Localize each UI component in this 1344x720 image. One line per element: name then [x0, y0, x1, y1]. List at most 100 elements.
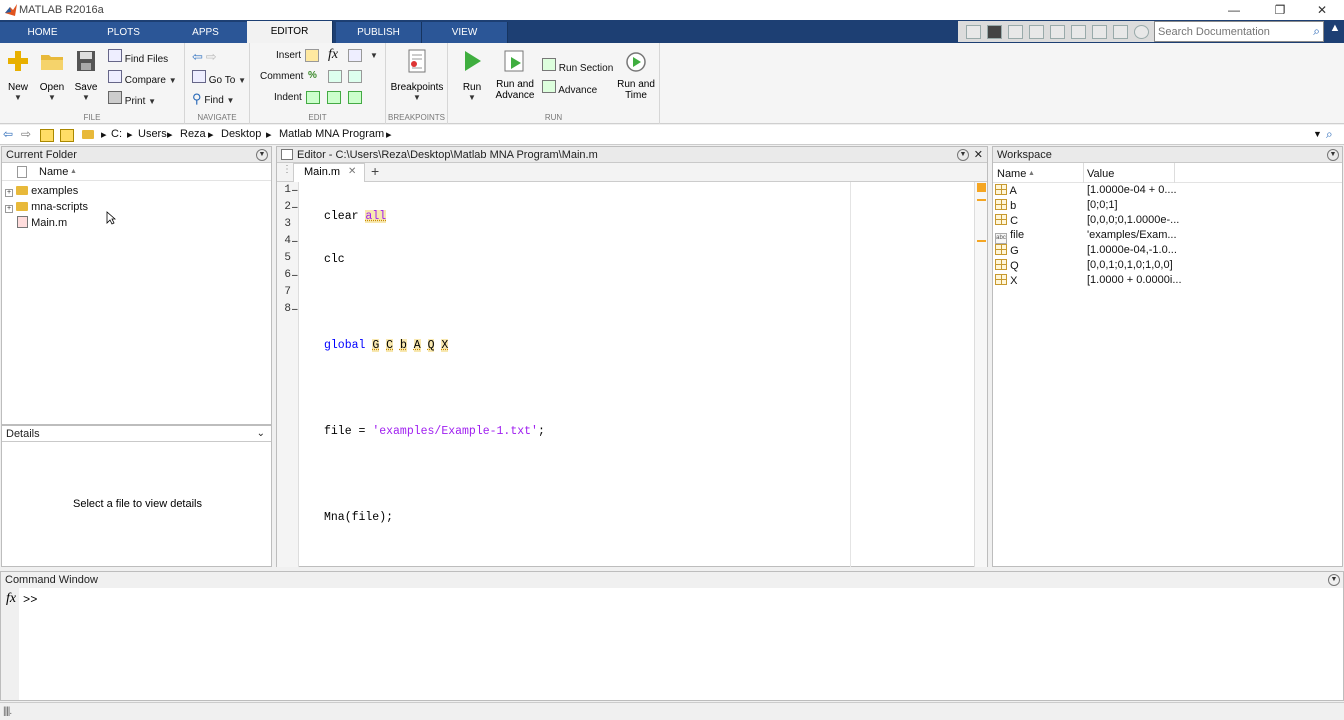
- details-header[interactable]: Details ⌄: [2, 426, 271, 442]
- breadcrumb-desktop[interactable]: Desktop: [221, 128, 261, 140]
- find-files-button[interactable]: Find Files: [108, 49, 168, 65]
- breadcrumb-reza[interactable]: Reza: [180, 128, 206, 140]
- table-row[interactable]: X [1.0000 + 0.0000i...: [993, 273, 1342, 288]
- breadcrumb-users[interactable]: Users: [138, 128, 167, 140]
- table-row[interactable]: abc file'examples/Exam...: [993, 228, 1342, 244]
- breadcrumb-c[interactable]: C:: [111, 128, 122, 140]
- table-row[interactable]: A [1.0000e-04 + 0....: [993, 183, 1342, 198]
- warning-indicator-icon[interactable]: [977, 183, 986, 192]
- uncomment-icon[interactable]: [328, 70, 342, 83]
- paste-icon[interactable]: [1050, 25, 1065, 39]
- table-row[interactable]: Q [0,0,1;0,1,0;1,0,0]: [993, 258, 1342, 273]
- expand-icon[interactable]: +: [5, 189, 13, 197]
- cut-icon[interactable]: [1008, 25, 1023, 39]
- list-item[interactable]: Main.m: [17, 214, 67, 230]
- redo-icon[interactable]: [1092, 25, 1107, 39]
- tab-view[interactable]: VIEW: [422, 22, 508, 43]
- up-folder-icon[interactable]: [40, 129, 54, 142]
- close-editor-icon[interactable]: ✕: [974, 147, 983, 163]
- increase-indent-icon[interactable]: [327, 91, 341, 104]
- panel-actions-icon[interactable]: ▼: [957, 149, 969, 161]
- insert-section-icon[interactable]: [305, 49, 319, 62]
- address-dropdown-icon[interactable]: ▼: [1313, 129, 1322, 139]
- forward-icon[interactable]: ⇨: [21, 127, 31, 141]
- name-column-header[interactable]: Name: [997, 163, 1026, 185]
- go-to-button[interactable]: Go To ▼: [192, 70, 246, 86]
- panel-actions-icon[interactable]: ▼: [1327, 149, 1339, 161]
- insert-chart-icon[interactable]: [348, 49, 362, 62]
- code-line-6[interactable]: file = 'examples/Example-1.txt';: [324, 423, 545, 440]
- expand-icon[interactable]: +: [5, 205, 13, 213]
- undo-icon[interactable]: [1071, 25, 1086, 39]
- table-row[interactable]: b [0;0;1]: [993, 198, 1342, 213]
- new-button[interactable]: New ▼: [4, 49, 32, 102]
- comment-icon[interactable]: %: [308, 70, 317, 81]
- insert-dropdown-icon[interactable]: ▼: [370, 51, 378, 60]
- search-icon[interactable]: ⌕: [1313, 24, 1320, 39]
- maximize-icon[interactable]: ❐: [1272, 2, 1288, 18]
- print-button[interactable]: Print ▼: [108, 91, 156, 107]
- copy-icon[interactable]: [1029, 25, 1044, 39]
- code-analyzer-bar[interactable]: [974, 182, 987, 567]
- back-forward-buttons[interactable]: ⇦ ⇨: [192, 49, 217, 65]
- switch-windows-icon[interactable]: [1113, 25, 1128, 39]
- code-line-4[interactable]: global G C b A Q X: [324, 337, 545, 354]
- open-button[interactable]: Open ▼: [38, 49, 66, 102]
- code-line-8[interactable]: Mna(file);: [324, 509, 545, 526]
- breakpoint-marker[interactable]: –: [292, 267, 298, 284]
- panel-actions-icon[interactable]: ▼: [256, 149, 268, 161]
- wrap-comments-icon[interactable]: [348, 70, 362, 83]
- smart-indent-icon[interactable]: [306, 91, 320, 104]
- warning-marker[interactable]: [977, 240, 986, 242]
- tab-apps[interactable]: APPS: [163, 22, 249, 43]
- list-item[interactable]: + mna-scripts: [5, 199, 88, 215]
- back-icon[interactable]: ⇦: [3, 127, 13, 141]
- run-button[interactable]: Run ▼: [456, 49, 488, 102]
- code-line-1[interactable]: clear all: [324, 208, 545, 225]
- breakpoints-button[interactable]: Breakpoints ▼: [388, 49, 446, 102]
- minimize-icon[interactable]: —: [1226, 2, 1242, 18]
- close-icon[interactable]: ✕: [1314, 2, 1330, 18]
- run-and-time-button[interactable]: Run and Time: [616, 49, 656, 101]
- breakpoint-marker[interactable]: –: [292, 233, 298, 250]
- help-icon[interactable]: [1134, 25, 1149, 39]
- collapse-ribbon-icon[interactable]: ▲: [1326, 22, 1344, 41]
- save-button[interactable]: Save ▼: [72, 49, 100, 102]
- tab-publish[interactable]: PUBLISH: [336, 22, 422, 43]
- save-icon[interactable]: [987, 25, 1002, 39]
- code-line-7[interactable]: [324, 466, 545, 483]
- breadcrumb-matlab-mna-program[interactable]: Matlab MNA Program: [279, 128, 384, 140]
- name-column-header[interactable]: Name ▲: [2, 163, 271, 181]
- search-folder-icon[interactable]: ⌕: [1326, 127, 1333, 142]
- list-item[interactable]: + examples: [5, 183, 78, 199]
- run-section-button[interactable]: Run Section: [542, 58, 613, 74]
- compare-button[interactable]: Compare ▼: [108, 70, 177, 86]
- code-line-2[interactable]: clc: [324, 251, 545, 268]
- search-input[interactable]: [1155, 22, 1305, 41]
- layout-icon[interactable]: [966, 25, 981, 39]
- code-area[interactable]: clear all clc global G C b A Q X file = …: [324, 182, 545, 552]
- advance-button[interactable]: Advance: [542, 80, 597, 96]
- tab-main-m[interactable]: Main.m ✕: [293, 163, 365, 182]
- function-browser-icon[interactable]: fx: [6, 591, 16, 607]
- browse-folder-icon[interactable]: [60, 129, 74, 142]
- table-row[interactable]: G [1.0000e-04,-1.0...: [993, 243, 1342, 258]
- breakpoint-marker[interactable]: –: [292, 182, 298, 199]
- breakpoint-marker[interactable]: –: [292, 199, 298, 216]
- tab-editor[interactable]: EDITOR: [247, 21, 333, 44]
- value-column-header[interactable]: Value: [1087, 163, 1114, 185]
- tab-home[interactable]: HOME: [0, 22, 86, 43]
- code-line-5[interactable]: [324, 380, 545, 397]
- command-prompt[interactable]: >>: [23, 593, 37, 607]
- new-tab-icon[interactable]: +: [371, 163, 379, 179]
- decrease-indent-icon[interactable]: [348, 91, 362, 104]
- breakpoint-marker[interactable]: –: [292, 301, 298, 318]
- table-row[interactable]: C [0,0,0;0,1.0000e-...: [993, 213, 1342, 228]
- insert-function-icon[interactable]: fx: [328, 47, 338, 63]
- code-line-3[interactable]: [324, 294, 545, 311]
- panel-actions-icon[interactable]: ▼: [1328, 574, 1340, 586]
- close-tab-icon[interactable]: ✕: [348, 166, 356, 177]
- run-and-advance-button[interactable]: Run and Advance: [494, 49, 536, 101]
- warning-marker[interactable]: [977, 199, 986, 201]
- chevron-down-icon[interactable]: ⌄: [257, 426, 265, 442]
